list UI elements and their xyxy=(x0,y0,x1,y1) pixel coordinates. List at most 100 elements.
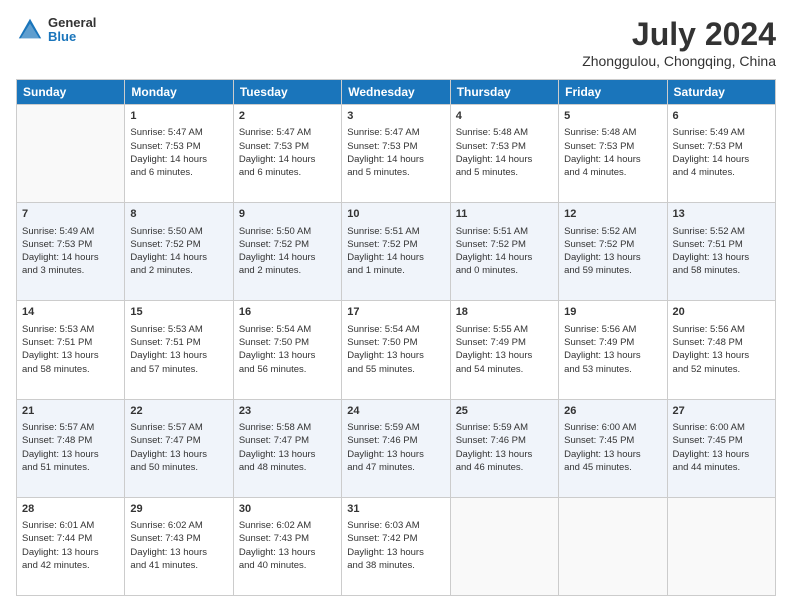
day-number: 12 xyxy=(564,207,661,222)
cell-detail: and 2 minutes. xyxy=(130,264,227,277)
cell-detail: Sunrise: 5:50 AM xyxy=(130,225,227,238)
cell-detail: Daylight: 13 hours xyxy=(239,349,336,362)
day-number: 8 xyxy=(130,207,227,222)
day-number: 19 xyxy=(564,305,661,320)
cell-detail: and 55 minutes. xyxy=(347,363,444,376)
calendar-cell: 18Sunrise: 5:55 AMSunset: 7:49 PMDayligh… xyxy=(450,301,558,399)
cell-detail: Sunrise: 5:52 AM xyxy=(564,225,661,238)
cell-detail: and 41 minutes. xyxy=(130,559,227,572)
cell-detail: Daylight: 13 hours xyxy=(564,349,661,362)
cell-detail: and 6 minutes. xyxy=(130,166,227,179)
cell-detail: and 42 minutes. xyxy=(22,559,119,572)
logo: General Blue xyxy=(16,16,96,45)
logo-blue: Blue xyxy=(48,30,96,44)
cell-detail: Sunset: 7:52 PM xyxy=(239,238,336,251)
cell-detail: Daylight: 13 hours xyxy=(130,546,227,559)
cell-detail: Daylight: 14 hours xyxy=(130,153,227,166)
calendar-cell: 15Sunrise: 5:53 AMSunset: 7:51 PMDayligh… xyxy=(125,301,233,399)
cell-detail: Sunrise: 6:00 AM xyxy=(673,421,770,434)
day-number: 17 xyxy=(347,305,444,320)
cell-detail: Daylight: 13 hours xyxy=(673,349,770,362)
cell-detail: Daylight: 13 hours xyxy=(673,251,770,264)
day-number: 5 xyxy=(564,109,661,124)
cell-detail: Sunset: 7:53 PM xyxy=(130,140,227,153)
day-number: 16 xyxy=(239,305,336,320)
cell-detail: and 38 minutes. xyxy=(347,559,444,572)
cell-detail: Sunset: 7:47 PM xyxy=(130,434,227,447)
cell-detail: Sunset: 7:49 PM xyxy=(564,336,661,349)
cell-detail: Sunrise: 5:49 AM xyxy=(22,225,119,238)
cell-detail: Sunrise: 5:59 AM xyxy=(456,421,553,434)
cell-detail: and 47 minutes. xyxy=(347,461,444,474)
cell-detail: Sunset: 7:50 PM xyxy=(347,336,444,349)
logo-general: General xyxy=(48,16,96,30)
day-number: 18 xyxy=(456,305,553,320)
title-section: July 2024 Zhonggulou, Chongqing, China xyxy=(582,16,776,69)
cell-detail: and 52 minutes. xyxy=(673,363,770,376)
calendar-cell: 13Sunrise: 5:52 AMSunset: 7:51 PMDayligh… xyxy=(667,203,775,301)
cell-detail: Sunset: 7:51 PM xyxy=(130,336,227,349)
day-number: 6 xyxy=(673,109,770,124)
calendar-cell xyxy=(17,105,125,203)
cell-detail: Daylight: 13 hours xyxy=(239,448,336,461)
cell-detail: Sunrise: 5:51 AM xyxy=(347,225,444,238)
calendar-cell: 12Sunrise: 5:52 AMSunset: 7:52 PMDayligh… xyxy=(559,203,667,301)
cell-detail: and 6 minutes. xyxy=(239,166,336,179)
calendar-cell: 7Sunrise: 5:49 AMSunset: 7:53 PMDaylight… xyxy=(17,203,125,301)
cell-detail: and 3 minutes. xyxy=(22,264,119,277)
cell-detail: Sunset: 7:46 PM xyxy=(456,434,553,447)
day-number: 28 xyxy=(22,502,119,517)
cell-detail: Daylight: 13 hours xyxy=(130,349,227,362)
header: General Blue July 2024 Zhonggulou, Chong… xyxy=(16,16,776,69)
cell-detail: and 46 minutes. xyxy=(456,461,553,474)
cell-detail: Sunrise: 6:03 AM xyxy=(347,519,444,532)
cell-detail: and 0 minutes. xyxy=(456,264,553,277)
cell-detail: and 44 minutes. xyxy=(673,461,770,474)
day-number: 27 xyxy=(673,404,770,419)
cell-detail: Sunset: 7:53 PM xyxy=(239,140,336,153)
cell-detail: Sunrise: 5:54 AM xyxy=(239,323,336,336)
header-day: Monday xyxy=(125,80,233,105)
cell-detail: Sunrise: 5:58 AM xyxy=(239,421,336,434)
calendar-cell: 23Sunrise: 5:58 AMSunset: 7:47 PMDayligh… xyxy=(233,399,341,497)
cell-detail: and 4 minutes. xyxy=(564,166,661,179)
cell-detail: Sunset: 7:45 PM xyxy=(673,434,770,447)
cell-detail: Daylight: 13 hours xyxy=(456,349,553,362)
day-number: 22 xyxy=(130,404,227,419)
day-number: 14 xyxy=(22,305,119,320)
cell-detail: Sunset: 7:44 PM xyxy=(22,532,119,545)
calendar-cell: 25Sunrise: 5:59 AMSunset: 7:46 PMDayligh… xyxy=(450,399,558,497)
cell-detail: Sunrise: 5:49 AM xyxy=(673,126,770,139)
cell-detail: Sunrise: 5:50 AM xyxy=(239,225,336,238)
cell-detail: Sunset: 7:51 PM xyxy=(673,238,770,251)
header-day: Sunday xyxy=(17,80,125,105)
calendar-cell: 26Sunrise: 6:00 AMSunset: 7:45 PMDayligh… xyxy=(559,399,667,497)
calendar-cell: 1Sunrise: 5:47 AMSunset: 7:53 PMDaylight… xyxy=(125,105,233,203)
calendar-cell: 6Sunrise: 5:49 AMSunset: 7:53 PMDaylight… xyxy=(667,105,775,203)
cell-detail: and 45 minutes. xyxy=(564,461,661,474)
cell-detail: Sunset: 7:52 PM xyxy=(130,238,227,251)
day-number: 20 xyxy=(673,305,770,320)
calendar-week-row: 14Sunrise: 5:53 AMSunset: 7:51 PMDayligh… xyxy=(17,301,776,399)
calendar-cell: 11Sunrise: 5:51 AMSunset: 7:52 PMDayligh… xyxy=(450,203,558,301)
cell-detail: and 2 minutes. xyxy=(239,264,336,277)
calendar-cell: 10Sunrise: 5:51 AMSunset: 7:52 PMDayligh… xyxy=(342,203,450,301)
cell-detail: and 59 minutes. xyxy=(564,264,661,277)
cell-detail: Sunset: 7:43 PM xyxy=(130,532,227,545)
header-day: Thursday xyxy=(450,80,558,105)
cell-detail: Daylight: 13 hours xyxy=(22,546,119,559)
calendar-cell xyxy=(450,497,558,595)
calendar-cell: 2Sunrise: 5:47 AMSunset: 7:53 PMDaylight… xyxy=(233,105,341,203)
cell-detail: and 54 minutes. xyxy=(456,363,553,376)
cell-detail: Sunrise: 5:56 AM xyxy=(564,323,661,336)
calendar-cell: 22Sunrise: 5:57 AMSunset: 7:47 PMDayligh… xyxy=(125,399,233,497)
cell-detail: Sunset: 7:53 PM xyxy=(564,140,661,153)
cell-detail: Sunset: 7:50 PM xyxy=(239,336,336,349)
cell-detail: Sunset: 7:46 PM xyxy=(347,434,444,447)
header-day: Tuesday xyxy=(233,80,341,105)
cell-detail: and 57 minutes. xyxy=(130,363,227,376)
calendar-cell xyxy=(667,497,775,595)
cell-detail: Sunrise: 5:56 AM xyxy=(673,323,770,336)
cell-detail: Sunrise: 5:52 AM xyxy=(673,225,770,238)
cell-detail: Sunrise: 5:54 AM xyxy=(347,323,444,336)
